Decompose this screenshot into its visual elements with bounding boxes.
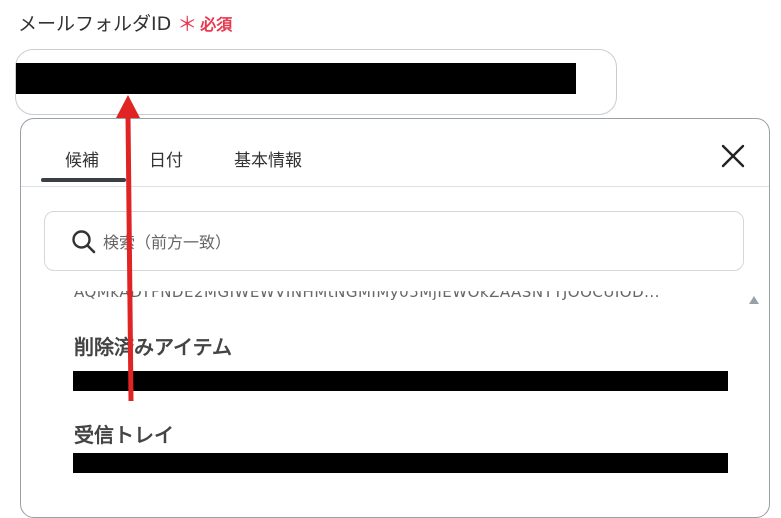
redacted-folder-id	[73, 371, 728, 391]
list-item-deleted-items[interactable]: 削除済みアイテム	[74, 331, 232, 360]
tab-date[interactable]: 日付	[149, 146, 183, 171]
field-label: メールフォルダID ＊ 必須	[18, 8, 232, 37]
list-item-inbox[interactable]: 受信トレイ	[74, 419, 174, 448]
suggestion-panel: 候補 日付 基本情報 AQMkADYFNDE2MGIWEWVINHMtNGMIM…	[20, 118, 770, 518]
search-input[interactable]	[101, 212, 725, 272]
truncated-folder-id: AQMkADYFNDE2MGIWEWVINHMtNGMIMy05MjIEWOkZ…	[74, 283, 660, 301]
close-icon[interactable]	[720, 143, 746, 169]
required-star: ＊	[177, 12, 198, 36]
search-icon	[72, 230, 96, 254]
scroll-up-icon[interactable]	[749, 296, 759, 304]
candidate-list: AQMkADYFNDE2MGIWEWVINHMtNGMIMy05MjIEWOkZ…	[21, 277, 741, 517]
required-text: 必須	[200, 14, 233, 34]
tab-bar: 候補 日付 基本情報	[21, 119, 769, 187]
tab-candidates[interactable]: 候補	[65, 146, 99, 171]
tab-basic-info[interactable]: 基本情報	[234, 146, 302, 171]
search-box	[44, 211, 744, 272]
redacted-value	[16, 63, 576, 94]
active-tab-indicator	[41, 178, 126, 182]
redacted-folder-id	[73, 453, 728, 473]
field-label-text: メールフォルダID	[18, 13, 172, 35]
